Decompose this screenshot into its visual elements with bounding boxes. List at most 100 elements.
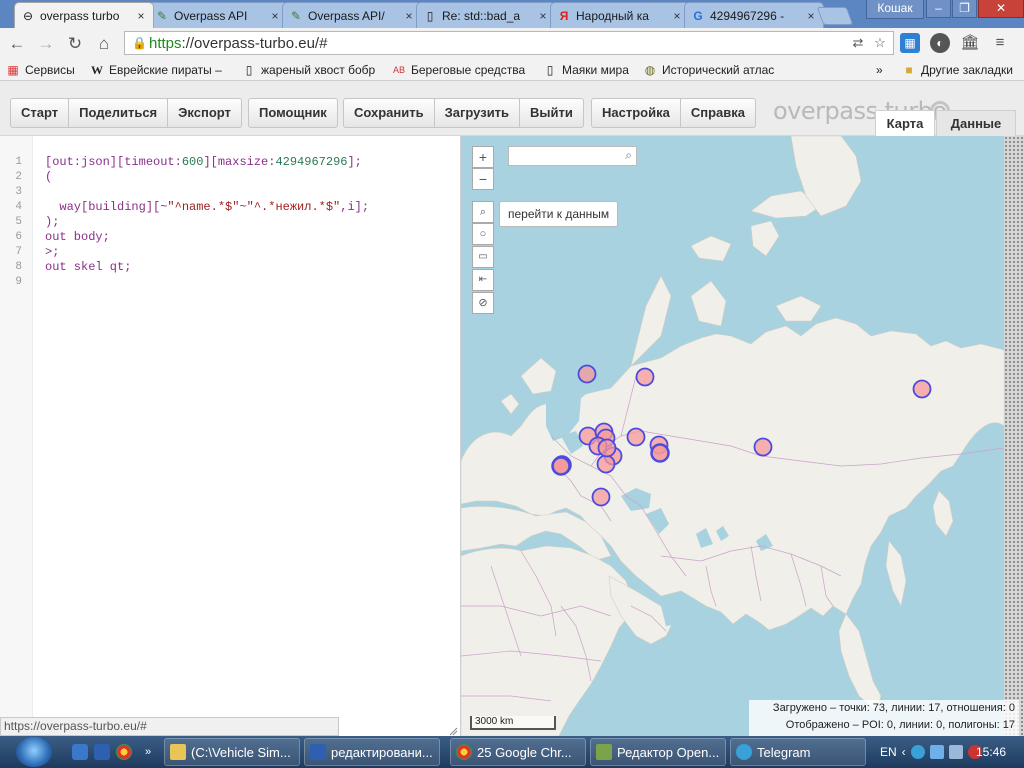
tab-title: Народный ка [576, 8, 649, 23]
help-button[interactable]: Справка [681, 99, 755, 127]
home-icon[interactable]: ⌂ [93, 33, 115, 55]
close-tab-icon[interactable]: × [671, 9, 683, 23]
map-marker[interactable] [753, 437, 773, 457]
quicklaunch-word-icon[interactable] [94, 744, 110, 760]
extension-blue-icon[interactable]: ▦ [900, 33, 920, 53]
translate-icon[interactable]: ⇄ [849, 34, 867, 52]
search-icon: ⌕ [625, 148, 632, 162]
tab-re-std-bad[interactable]: ▯ Re: std::bad_a × [416, 2, 556, 28]
code-line[interactable]: out body; [45, 230, 110, 244]
bookmark-historical-atlas[interactable]: ◍ Исторический атлас [643, 62, 775, 78]
bookmark-jewish-pirates[interactable]: W Еврейские пираты – [90, 62, 222, 78]
query-editor[interactable]: 1 2 3 4 5 6 7 8 9 [out:json][timeout:600][maxsiz… [0, 136, 461, 736]
close-tab-icon[interactable]: × [537, 9, 549, 23]
menu-icon[interactable]: ≡ [990, 33, 1010, 53]
code-line[interactable]: way[building][~"^name.*$"~"^.*нежил.*$",… [45, 200, 369, 214]
map-marker[interactable] [650, 443, 670, 463]
overpass-toolbar: Старт Поделиться Экспорт Помощник Сохран… [0, 81, 1024, 136]
close-tab-icon[interactable]: × [135, 9, 147, 23]
language-indicator[interactable]: EN [880, 745, 897, 759]
map-marker[interactable] [635, 367, 655, 387]
profile-badge[interactable]: Кошак [866, 0, 924, 19]
volume-icon[interactable] [948, 745, 963, 759]
new-tab-button[interactable] [816, 7, 854, 25]
tab-data[interactable]: Данные [936, 110, 1016, 136]
zoom-in-button[interactable]: + [472, 146, 494, 168]
tab-map[interactable]: Карта [875, 110, 935, 136]
map-marker[interactable] [626, 427, 646, 447]
minimize-button[interactable]: – [926, 0, 951, 18]
editor-resize-handle[interactable] [448, 726, 458, 736]
close-tab-icon[interactable]: × [403, 9, 415, 23]
task-explorer[interactable]: (C:\Vehicle Sim... [164, 738, 300, 766]
abc-icon: AB [392, 65, 405, 75]
map-marker[interactable] [912, 379, 932, 399]
code-token: [out:json][timeout: [45, 155, 182, 169]
no-entry-icon: ⊘ [478, 297, 488, 309]
task-telegram[interactable]: Telegram [730, 738, 866, 766]
code-line[interactable]: ); [45, 215, 59, 229]
share-button[interactable]: Поделиться [69, 99, 169, 127]
map-marker[interactable] [597, 438, 617, 458]
zoom-out-button[interactable]: − [472, 168, 494, 190]
run-button[interactable]: Старт [11, 99, 70, 127]
tray-expand-icon[interactable]: ‹ [902, 745, 906, 759]
quicklaunch-chrome-icon[interactable] [116, 744, 132, 760]
quicklaunch-more-icon[interactable]: » [140, 744, 156, 760]
map-layers-button[interactable]: ▭ [472, 246, 494, 268]
reload-icon[interactable]: ↻ [64, 33, 86, 55]
network-icon[interactable] [929, 745, 944, 759]
wizard-button[interactable]: Помощник [249, 99, 337, 127]
save-button[interactable]: Сохранить [344, 99, 435, 127]
maximize-button[interactable]: ❐ [952, 0, 977, 18]
tab-narodnaya-karta[interactable]: Я Народный ка × [550, 2, 690, 28]
address-bar[interactable]: 🔒 https://overpass-turbo.eu/# ⇄ ☆ [124, 31, 894, 55]
bookmark-beaver-tail[interactable]: ▯ жареный хвост бобр [242, 62, 376, 78]
bookmark-star-icon[interactable]: ☆ [871, 34, 889, 52]
start-button[interactable] [16, 737, 52, 767]
map-marker[interactable] [577, 364, 597, 384]
bookmark-services[interactable]: ▦ Сервисы [6, 62, 74, 78]
tab-google-search[interactable]: G 4294967296 - × [684, 2, 824, 28]
code-line[interactable]: >; [45, 245, 59, 259]
windows-taskbar: » (C:\Vehicle Sim... редактировани... 25… [0, 736, 1024, 768]
task-word[interactable]: редактировани... [304, 738, 440, 766]
bookmark-coastal[interactable]: AB Береговые средства [392, 62, 525, 78]
task-editor[interactable]: Редактор Open... [590, 738, 726, 766]
code-line[interactable]: ( [45, 170, 52, 184]
tab-overpass-turbo[interactable]: ⊖ overpass turbo × [14, 2, 154, 28]
zoom-to-data-button[interactable]: ⌕ [472, 201, 494, 223]
map-marker[interactable] [591, 487, 611, 507]
clear-overlays-button[interactable]: ⊘ [472, 292, 494, 314]
bookmark-other-folder[interactable]: ■ Другие закладки [902, 62, 1013, 78]
map-scrollbar[interactable] [1004, 136, 1024, 736]
extension-museum-icon[interactable]: 🏛 [960, 33, 980, 53]
extension-disc-icon[interactable]: ◐ [930, 33, 950, 53]
show-desktop-icon[interactable] [72, 744, 88, 760]
close-window-button[interactable]: ✕ [978, 0, 1024, 18]
tab-overpass-api-2[interactable]: ✎ Overpass API/ × [282, 2, 422, 28]
logout-button[interactable]: Выйти [520, 99, 583, 127]
load-button[interactable]: Загрузить [435, 99, 521, 127]
back-arrow-icon[interactable]: ← [6, 33, 28, 55]
export-button[interactable]: Экспорт [168, 99, 241, 127]
code-line[interactable]: out skel qt; [45, 260, 131, 274]
settings-button[interactable]: Настройка [592, 99, 681, 127]
toolbar-group-file: Сохранить Загрузить Выйти [343, 98, 584, 128]
map-search-input[interactable]: ⌕ [508, 146, 637, 166]
map-marker[interactable] [596, 454, 616, 474]
code-line[interactable]: [out:json][timeout:600][maxsize:42949672… [45, 155, 362, 169]
forward-arrow-icon[interactable]: → [35, 33, 57, 55]
bookmarks-overflow-chevron[interactable]: » [876, 62, 883, 78]
close-tab-icon[interactable]: × [805, 9, 817, 23]
fit-bounds-button[interactable]: ⇤ [472, 269, 494, 291]
tray-telegram-icon[interactable] [910, 745, 925, 759]
url-text[interactable]: https://overpass-turbo.eu/# [149, 35, 327, 52]
close-tab-icon[interactable]: × [269, 9, 281, 23]
magnifier-icon: ⌕ [479, 206, 487, 218]
map-marker[interactable] [551, 456, 571, 476]
tab-overpass-api[interactable]: ✎ Overpass API × [148, 2, 288, 28]
bookmark-lighthouses[interactable]: ▯ Маяки мира [543, 62, 629, 78]
locate-button[interactable]: ○ [472, 223, 494, 245]
task-chrome[interactable]: 25 Google Chr... [450, 738, 586, 766]
